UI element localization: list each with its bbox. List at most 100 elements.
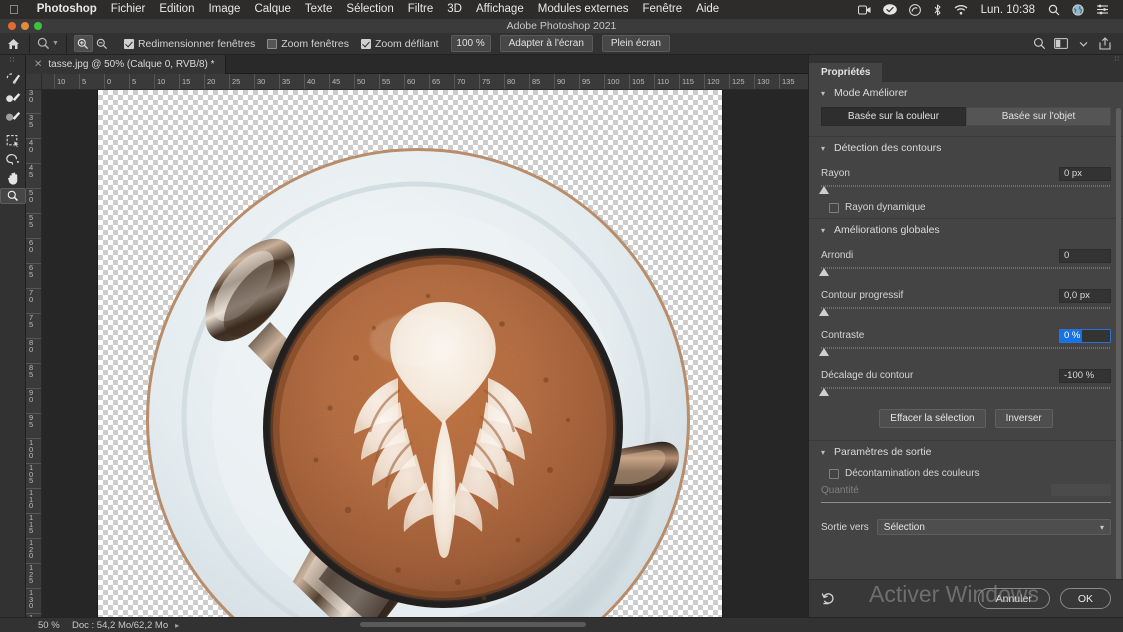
- checkbox-rayon-dynamique[interactable]: Rayon dynamique: [809, 197, 1123, 218]
- workspace-icon[interactable]: [1051, 35, 1071, 53]
- effacer-la-selection-button[interactable]: Effacer la sélection: [879, 409, 986, 428]
- creative-cloud-icon[interactable]: [903, 3, 927, 16]
- contour-progressif-slider[interactable]: [819, 307, 1111, 319]
- checkbox-zoom-fenetres[interactable]: Zoom fenêtres: [267, 38, 349, 50]
- menu-bar-clock[interactable]: Lun. 10:38: [974, 4, 1042, 16]
- globe-icon[interactable]: [1066, 3, 1090, 16]
- apple-logo-icon[interactable]: : [9, 3, 19, 16]
- contour-progressif-input[interactable]: 0,0 px: [1059, 288, 1111, 303]
- horizontal-ruler[interactable]: 10 5 0 5 10 15 20 25 30 35 40 45 50 55 6…: [42, 74, 808, 90]
- fit-to-screen-button[interactable]: Adapter à l'écran: [499, 35, 593, 52]
- checkbox-box[interactable]: [360, 38, 371, 49]
- rayon-input[interactable]: 0 px: [1059, 166, 1111, 181]
- document-tab[interactable]: ✕ tasse.jpg @ 50% (Calque 0, RVB/8) *: [26, 54, 226, 74]
- tool-hand[interactable]: [0, 169, 26, 188]
- menu-item-fichier[interactable]: Fichier: [104, 0, 153, 19]
- menu-item-affichage[interactable]: Affichage: [469, 0, 531, 19]
- sortie-vers-select[interactable]: Sélection ▾: [876, 519, 1111, 535]
- search-icon[interactable]: [1029, 35, 1049, 53]
- scrollbar-thumb[interactable]: [1116, 108, 1121, 579]
- panel-collapse-icon[interactable]: ∷: [809, 55, 1123, 63]
- tab-proprietes[interactable]: Propriétés: [809, 63, 883, 82]
- menu-item-image[interactable]: Image: [201, 0, 247, 19]
- chevron-down-icon[interactable]: ▾: [821, 448, 825, 457]
- chevron-down-icon[interactable]: ▼: [52, 40, 59, 47]
- checkbox-box[interactable]: [829, 468, 839, 479]
- properties-panel-scrollbar[interactable]: [1116, 108, 1121, 579]
- panel-grip-icon[interactable]: ∷: [0, 55, 25, 64]
- home-icon[interactable]: [0, 38, 26, 50]
- artboard[interactable]: [98, 90, 722, 617]
- cancel-button[interactable]: Annuler: [977, 588, 1050, 609]
- control-center-icon[interactable]: [1090, 4, 1115, 15]
- decalage-du-contour-input[interactable]: -100 %: [1059, 368, 1111, 383]
- slider-knob[interactable]: [819, 186, 829, 194]
- slider-knob[interactable]: [819, 268, 829, 276]
- reset-icon[interactable]: [821, 591, 836, 606]
- status-doc-info[interactable]: Doc : 54,2 Mo/62,2 Mo ▸: [62, 620, 179, 631]
- ruler-corner[interactable]: [26, 74, 42, 90]
- menu-item-fenetre[interactable]: Fenêtre: [636, 0, 690, 19]
- zoom-out-icon[interactable]: [93, 35, 112, 52]
- search-icon[interactable]: [1042, 4, 1066, 16]
- section-header-mode-ameliorer[interactable]: ▾ Mode Améliorer: [809, 82, 1123, 104]
- menu-item-modules-externes[interactable]: Modules externes: [531, 0, 636, 19]
- vertical-ruler[interactable]: 30 35 40 45 50 55 60 65 70 75 80 85 90 9…: [26, 90, 42, 617]
- rayon-slider[interactable]: [819, 185, 1111, 197]
- decalage-du-contour-slider[interactable]: [819, 387, 1111, 399]
- segment-basee-sur-la-couleur[interactable]: Basée sur la couleur: [821, 107, 966, 126]
- arrondi-input[interactable]: 0: [1059, 248, 1111, 263]
- full-screen-button[interactable]: Plein écran: [601, 35, 670, 52]
- share-icon[interactable]: [1095, 35, 1115, 53]
- tool-quick-selection[interactable]: [0, 69, 26, 88]
- chevron-down-icon[interactable]: ▾: [821, 226, 825, 235]
- slider-knob[interactable]: [819, 388, 829, 396]
- section-header-parametres-de-sortie[interactable]: ▾ Paramètres de sortie: [809, 441, 1123, 463]
- slider-knob[interactable]: [819, 308, 829, 316]
- checkbox-box[interactable]: [267, 38, 278, 49]
- menu-item-3d[interactable]: 3D: [440, 0, 469, 19]
- tool-refine-edge-brush[interactable]: [0, 88, 26, 107]
- status-zoom-level[interactable]: 50 %: [0, 620, 62, 631]
- section-header-detection-des-contours[interactable]: ▾ Détection des contours: [809, 137, 1123, 159]
- inverser-button[interactable]: Inverser: [994, 409, 1053, 428]
- menu-item-edition[interactable]: Edition: [152, 0, 201, 19]
- checkbox-box[interactable]: [123, 38, 134, 49]
- menu-item-selection[interactable]: Sélection: [339, 0, 400, 19]
- cloud-icon[interactable]: [877, 4, 903, 15]
- checkbox-decontamination-des-couleurs[interactable]: Décontamination des couleurs: [809, 463, 1123, 484]
- arrondi-slider[interactable]: [819, 267, 1111, 279]
- checkbox-box[interactable]: [829, 202, 839, 213]
- horizontal-scrollbar[interactable]: [360, 622, 586, 627]
- canvas-area[interactable]: [42, 90, 808, 617]
- menu-item-photoshop[interactable]: Photoshop: [30, 0, 104, 19]
- contraste-slider[interactable]: [819, 347, 1111, 359]
- wifi-icon[interactable]: [948, 4, 974, 15]
- chevron-down-icon[interactable]: ▾: [821, 144, 825, 153]
- tool-rectangular-marquee[interactable]: [0, 131, 26, 150]
- chevron-right-icon[interactable]: ▸: [175, 621, 179, 630]
- menu-item-aide[interactable]: Aide: [689, 0, 726, 19]
- checkbox-zoom-defilant[interactable]: Zoom défilant: [360, 38, 439, 50]
- menu-item-texte[interactable]: Texte: [298, 0, 340, 19]
- tool-zoom[interactable]: [0, 188, 26, 204]
- menu-item-calque[interactable]: Calque: [247, 0, 297, 19]
- segment-basee-sur-l-objet[interactable]: Basée sur l'objet: [966, 107, 1111, 126]
- contraste-input[interactable]: 0 %: [1059, 328, 1111, 343]
- chevron-down-icon[interactable]: ▾: [821, 89, 825, 98]
- active-tool-preset[interactable]: ▼: [33, 37, 63, 50]
- section-header-ameliorations-globales[interactable]: ▾ Améliorations globales: [809, 219, 1123, 241]
- slider-knob[interactable]: [819, 348, 829, 356]
- tool-brush[interactable]: [0, 107, 26, 126]
- close-icon[interactable]: ✕: [34, 59, 42, 70]
- screen-record-icon[interactable]: [852, 5, 877, 15]
- ok-button[interactable]: OK: [1059, 588, 1111, 609]
- zoom-level-field[interactable]: 100 %: [450, 35, 491, 52]
- bluetooth-icon[interactable]: [927, 4, 948, 16]
- zoom-in-icon[interactable]: [73, 35, 93, 52]
- checkbox-redimensionner-fenetres[interactable]: Redimensionner fenêtres: [123, 38, 255, 50]
- tool-lasso[interactable]: [0, 150, 26, 169]
- chevron-down-icon[interactable]: [1073, 35, 1093, 53]
- menu-item-filtre[interactable]: Filtre: [401, 0, 441, 19]
- chevron-down-icon[interactable]: ▾: [1100, 523, 1104, 532]
